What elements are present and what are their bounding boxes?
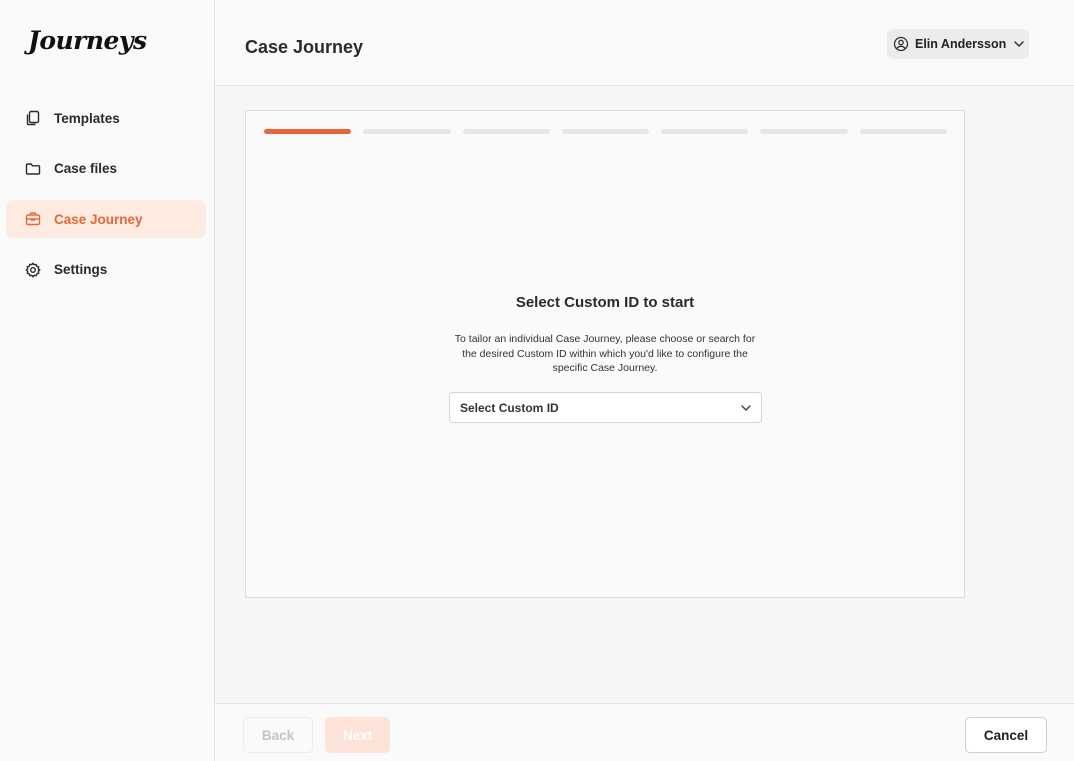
progress-step (760, 129, 848, 134)
user-circle-icon (893, 36, 909, 52)
page-header: Case Journey Elin Andersson (215, 0, 1074, 86)
case-journey-card: Select Custom ID to start To tailor an i… (245, 110, 965, 598)
chevron-down-icon (739, 401, 753, 415)
folder-icon (24, 160, 42, 178)
user-menu-button[interactable]: Elin Andersson (887, 29, 1029, 59)
user-name: Elin Andersson (915, 37, 1007, 51)
progress-step (363, 129, 451, 134)
gear-icon (24, 261, 42, 279)
app-logo[interactable]: Journeys (28, 26, 147, 55)
app: Journeys Templates Case files Case Journ… (0, 0, 1074, 761)
start-description: To tailor an individual Case Journey, pl… (454, 333, 756, 374)
briefcase-icon (24, 210, 42, 228)
sidebar-item-settings[interactable]: Settings (6, 251, 206, 289)
sidebar-item-templates[interactable]: Templates (6, 99, 206, 137)
step-progress (264, 129, 947, 135)
progress-step (859, 129, 947, 134)
sidebar-nav: Templates Case files Case Journey Settin… (6, 99, 206, 301)
sidebar-item-case-files[interactable]: Case files (6, 150, 206, 188)
next-button[interactable]: Next (325, 717, 390, 753)
sidebar-item-case-journey[interactable]: Case Journey (6, 200, 206, 238)
progress-step (462, 129, 550, 134)
page-title: Case Journey (245, 37, 364, 57)
sidebar-item-label: Settings (54, 262, 108, 277)
cancel-button[interactable]: Cancel (965, 717, 1047, 753)
sidebar-item-label: Case files (54, 161, 118, 176)
wizard-footer: Back Next Cancel (215, 703, 1074, 761)
custom-id-select[interactable]: Select Custom ID (449, 392, 762, 423)
sidebar-item-label: Case Journey (54, 211, 143, 227)
progress-step (561, 129, 650, 134)
chevron-down-icon (1012, 37, 1026, 51)
progress-step (264, 129, 352, 134)
sidebar: Journeys Templates Case files Case Journ… (0, 0, 215, 761)
start-title: Select Custom ID to start (515, 294, 695, 311)
back-button[interactable]: Back (243, 717, 313, 753)
custom-id-select-placeholder: Select Custom ID (460, 400, 559, 415)
templates-icon (24, 109, 42, 127)
sidebar-item-label: Templates (54, 110, 120, 126)
progress-step (661, 129, 749, 134)
